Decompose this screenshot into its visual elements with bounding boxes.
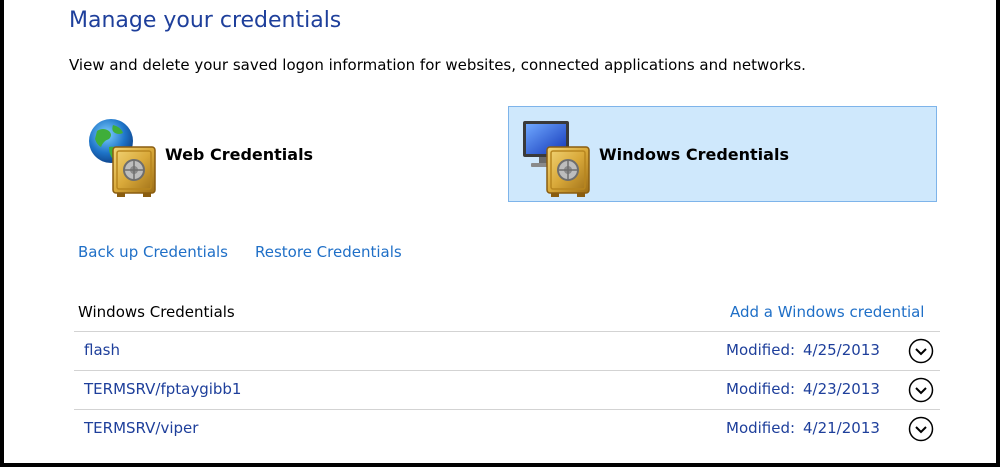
credential-row[interactable]: flash Modified: 4/25/2013 (74, 331, 940, 370)
section-title: Windows Credentials (78, 303, 235, 321)
credential-row[interactable]: TERMSRV/viper Modified: 4/21/2013 (74, 409, 940, 448)
modified-label: Modified: (726, 341, 796, 359)
modified-date: 4/25/2013 (803, 341, 880, 359)
chevron-down-icon[interactable] (908, 416, 934, 442)
chevron-down-icon[interactable] (908, 338, 934, 364)
credential-name: TERMSRV/fptaygibb1 (84, 380, 242, 398)
credential-manager-window: Manage your credentials View and delete … (4, 0, 996, 463)
credential-name: flash (84, 341, 120, 359)
credential-name: TERMSRV/viper (84, 419, 199, 437)
windows-credentials-tile[interactable]: Windows Credentials (508, 106, 937, 202)
modified-date: 4/21/2013 (803, 419, 880, 437)
back-up-credentials-link[interactable]: Back up Credentials (78, 243, 228, 261)
page-description: View and delete your saved logon informa… (69, 56, 806, 74)
windows-credentials-label: Windows Credentials (599, 145, 789, 164)
monitor-vault-icon (523, 121, 590, 197)
web-credentials-label: Web Credentials (165, 145, 314, 164)
restore-credentials-link[interactable]: Restore Credentials (255, 243, 402, 261)
web-credentials-tile[interactable]: Web Credentials (74, 106, 503, 202)
globe-vault-icon (89, 119, 156, 197)
modified-label: Modified: (726, 419, 796, 437)
modified-label: Modified: (726, 380, 796, 398)
modified-date: 4/23/2013 (803, 380, 880, 398)
page-title: Manage your credentials (69, 8, 342, 33)
chevron-down-icon[interactable] (908, 377, 934, 403)
add-windows-credential-link[interactable]: Add a Windows credential (730, 303, 924, 321)
credential-row[interactable]: TERMSRV/fptaygibb1 Modified: 4/23/2013 (74, 370, 940, 409)
